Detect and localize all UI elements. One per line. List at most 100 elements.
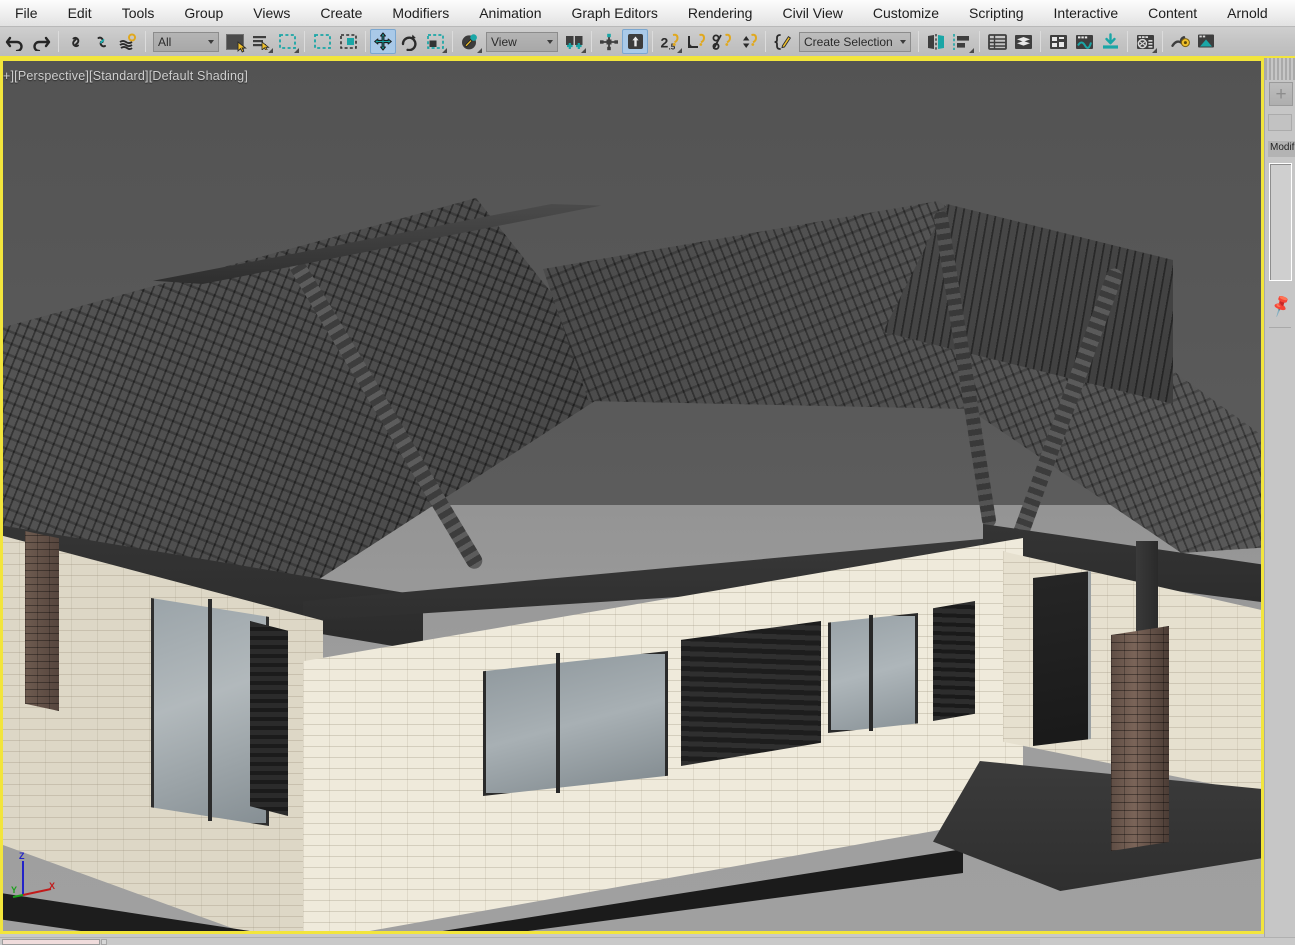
window-mullion-left	[208, 599, 212, 821]
perspective-viewport[interactable]: +][Perspective][Standard][Default Shadin…	[0, 58, 1264, 934]
modifier-stack-list[interactable]	[1269, 163, 1292, 281]
select-by-name-icon[interactable]	[248, 29, 274, 54]
axis-label-z: Z	[19, 851, 25, 861]
window-sliding-center	[483, 651, 668, 796]
axis-label-x: X	[49, 881, 56, 891]
menu-item-edit[interactable]: Edit	[53, 1, 107, 25]
window-crossing-icon[interactable]	[335, 29, 361, 54]
viewport-label[interactable]: +][Perspective][Standard][Default Shadin…	[3, 69, 248, 83]
chevron-down-icon	[208, 39, 214, 44]
command-panel: + Modifier List 📌	[1264, 58, 1295, 945]
toolbar-separator	[1127, 31, 1128, 52]
window-mullion-center	[556, 653, 560, 793]
axis-tripod: Z X Y	[11, 851, 57, 903]
menu-item-modifiers[interactable]: Modifiers	[377, 1, 464, 25]
main-toolbar: All View 2 .5 Create Selection	[0, 27, 1295, 58]
menu-item-file[interactable]: File	[0, 1, 53, 25]
menu-item-tools[interactable]: Tools	[107, 1, 170, 25]
toolbar-separator	[1040, 31, 1041, 52]
snaps-toggle-icon[interactable]: 2 .5	[657, 29, 683, 54]
select-and-place-icon[interactable]	[457, 29, 483, 54]
undo-icon[interactable]	[2, 29, 28, 54]
toolbar-separator	[304, 31, 305, 52]
select-and-manipulate-icon[interactable]	[596, 29, 622, 54]
menu-item-animation[interactable]: Animation	[464, 1, 556, 25]
edit-named-selection-sets-icon[interactable]	[770, 29, 796, 54]
layer-explorer-icon[interactable]	[1010, 29, 1036, 54]
select-and-scale-icon[interactable]	[422, 29, 448, 54]
selection-filter-dropdown[interactable]: All	[153, 31, 219, 52]
shutter-louvered-left	[250, 621, 288, 816]
select-object-icon[interactable]	[222, 29, 248, 54]
menu-bar: File Edit Tools Group Views Create Modif…	[0, 0, 1295, 27]
status-bar	[0, 937, 1295, 945]
axis-label-y: Y	[11, 885, 18, 895]
3dsmax-window: File Edit Tools Group Views Create Modif…	[0, 0, 1295, 945]
menu-item-customize[interactable]: Customize	[858, 1, 954, 25]
select-and-rotate-icon[interactable]	[396, 29, 422, 54]
shutter-louvered-center	[681, 621, 821, 766]
status-bar-controls[interactable]	[920, 939, 1040, 945]
named-selection-sets-dropdown[interactable]: Create Selection Se	[799, 31, 911, 52]
add-create-tab-icon[interactable]: +	[1269, 82, 1293, 106]
align-icon[interactable]	[949, 29, 975, 54]
toolbar-separator	[365, 31, 366, 52]
chevron-down-icon	[547, 39, 553, 44]
menu-item-scripting[interactable]: Scripting	[954, 1, 1038, 25]
command-panel-divider	[1269, 327, 1291, 328]
named-selection-sets-value: Create Selection Se	[804, 34, 894, 49]
menu-item-content[interactable]: Content	[1133, 1, 1212, 25]
reference-coordinate-value: View	[491, 34, 517, 49]
select-and-manipulate-active-icon[interactable]	[622, 29, 648, 54]
toolbar-separator	[591, 31, 592, 52]
rectangular-selection-region-2-icon[interactable]	[309, 29, 335, 54]
spinner-snap-toggle-icon[interactable]	[735, 29, 761, 54]
toolbar-separator	[765, 31, 766, 52]
redo-icon[interactable]	[28, 29, 54, 54]
menu-item-help[interactable]: Help	[1283, 1, 1295, 25]
rendered-frame-window-icon[interactable]	[1193, 29, 1219, 54]
menu-item-rendering[interactable]: Rendering	[673, 1, 768, 25]
pin-stack-icon[interactable]: 📌	[1268, 291, 1295, 319]
porch-post	[1136, 541, 1158, 636]
shutter-louvered-right	[933, 601, 975, 721]
menu-item-arnold[interactable]: Arnold	[1212, 1, 1282, 25]
toolbar-separator	[58, 31, 59, 52]
bind-to-space-warp-icon[interactable]	[115, 29, 141, 54]
reference-coordinate-system-dropdown[interactable]: View	[486, 31, 558, 52]
viewport-scene-render	[3, 61, 1261, 931]
modifier-list-label[interactable]: Modifier List	[1268, 141, 1295, 157]
menu-item-views[interactable]: Views	[238, 1, 305, 25]
rectangular-selection-region-icon[interactable]	[274, 29, 300, 54]
unlink-selection-icon[interactable]	[89, 29, 115, 54]
scene-explorer-icon[interactable]	[984, 29, 1010, 54]
toggle-scene-explorer-icon[interactable]	[1045, 29, 1071, 54]
maxscript-listener-spinner[interactable]	[101, 939, 107, 945]
maxscript-listener-field[interactable]	[2, 939, 100, 945]
menu-item-group[interactable]: Group	[169, 1, 238, 25]
menu-item-create[interactable]: Create	[305, 1, 377, 25]
select-and-move-icon[interactable]	[370, 29, 396, 54]
percent-snap-toggle-icon[interactable]	[709, 29, 735, 54]
object-name-field[interactable]	[1268, 114, 1292, 131]
brick-chimney-left	[25, 531, 59, 711]
material-editor-icon[interactable]	[1132, 29, 1158, 54]
selection-filter-value: All	[158, 34, 172, 49]
render-setup-icon[interactable]	[1167, 29, 1193, 54]
menu-item-civil-view[interactable]: Civil View	[767, 1, 857, 25]
curve-editor-icon[interactable]	[1071, 29, 1097, 54]
toolbar-separator	[1162, 31, 1163, 52]
use-pivot-point-center-icon[interactable]	[561, 29, 587, 54]
menu-item-interactive[interactable]: Interactive	[1039, 1, 1134, 25]
window-sliding-right	[828, 613, 918, 733]
entrance-door	[1033, 571, 1091, 746]
angle-snap-toggle-icon[interactable]	[683, 29, 709, 54]
toolbar-separator	[979, 31, 980, 52]
window-mullion-right	[869, 615, 873, 731]
menu-item-graph-editors[interactable]: Graph Editors	[556, 1, 672, 25]
set-project-folder-icon[interactable]	[1097, 29, 1123, 54]
mirror-icon[interactable]	[923, 29, 949, 54]
select-and-link-icon[interactable]	[63, 29, 89, 54]
chevron-down-icon	[900, 39, 906, 44]
toolbar-separator	[918, 31, 919, 52]
